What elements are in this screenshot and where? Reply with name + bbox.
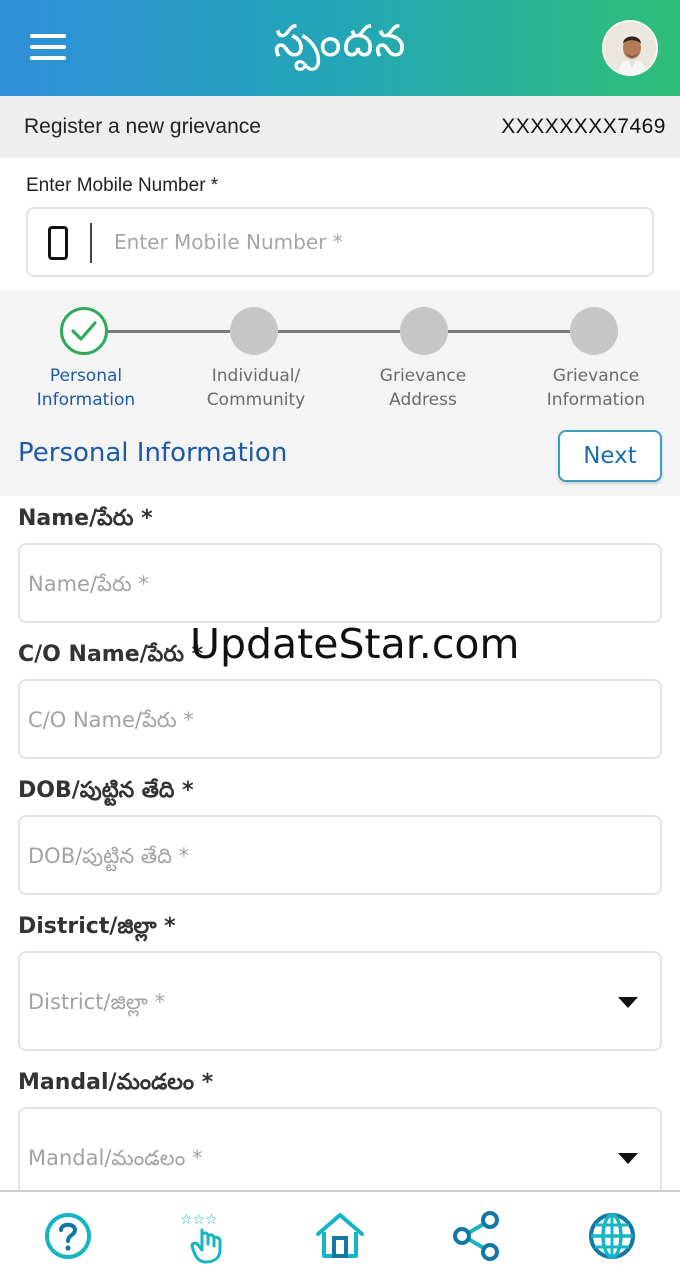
mobile-number-field[interactable]	[26, 207, 654, 277]
step-personal-information[interactable]	[60, 307, 108, 355]
stepper-connector	[108, 330, 230, 333]
app-bar: స్పందన	[0, 0, 680, 96]
svg-text:☆☆☆: ☆☆☆	[180, 1212, 218, 1228]
section-title: Personal Information	[18, 438, 288, 468]
next-button[interactable]: Next	[558, 430, 662, 482]
check-icon	[71, 321, 97, 341]
mandal-label: Mandal/మండలం *	[18, 1070, 214, 1095]
district-label: District/జిల్లా *	[18, 914, 176, 939]
avatar[interactable]	[602, 20, 658, 76]
page-subtitle: Register a new grievance	[24, 115, 261, 138]
share-button[interactable]	[448, 1208, 504, 1264]
grievance-id: XXXXXXXX7469	[501, 115, 666, 138]
phone-icon	[48, 226, 68, 260]
chevron-down-icon[interactable]	[618, 1153, 638, 1164]
step-label-grievance-address[interactable]: Grievance Address	[364, 364, 482, 412]
home-button[interactable]	[312, 1208, 368, 1264]
co-name-field[interactable]	[18, 679, 662, 759]
dob-input[interactable]	[28, 835, 588, 877]
help-icon	[45, 1213, 91, 1259]
chevron-down-icon[interactable]	[618, 997, 638, 1008]
bottom-navigation: ☆☆☆	[0, 1190, 680, 1280]
stepper-connector	[448, 330, 570, 333]
sub-header: Register a new grievance XXXXXXXX7469	[0, 96, 680, 158]
stepper-connector	[278, 330, 400, 333]
co-name-input[interactable]	[28, 699, 588, 741]
app-title: స్పందన	[273, 16, 407, 67]
home-icon	[316, 1213, 364, 1258]
step-label-grievance-information[interactable]: Grievance Information	[534, 364, 658, 412]
district-input[interactable]	[28, 981, 588, 1023]
name-label: Name/పేరు *	[18, 506, 153, 531]
step-label-personal-information[interactable]: Personal Information	[0, 364, 172, 412]
district-select[interactable]	[18, 951, 662, 1051]
help-button[interactable]	[40, 1208, 96, 1264]
name-input[interactable]	[28, 563, 588, 605]
mobile-number-label: Enter Mobile Number *	[26, 175, 219, 196]
dob-field[interactable]	[18, 815, 662, 895]
watermark: UpdateStar.com	[190, 620, 520, 668]
mobile-number-input[interactable]	[114, 221, 634, 263]
step-individual-community[interactable]	[230, 307, 278, 355]
dob-label: DOB/పుట్టిన తేది *	[18, 778, 194, 803]
co-name-label: C/O Name/పేరు *	[18, 642, 204, 667]
globe-icon	[589, 1213, 635, 1259]
step-grievance-information[interactable]	[570, 307, 618, 355]
stepper: Personal Information Individual/ Communi…	[0, 290, 680, 496]
rating-icon: ☆☆☆	[180, 1212, 222, 1264]
name-field[interactable]	[18, 543, 662, 623]
field-divider	[90, 223, 92, 263]
rating-button[interactable]: ☆☆☆	[176, 1208, 232, 1264]
step-label-individual-community[interactable]: Individual/ Community	[184, 364, 328, 412]
mandal-input[interactable]	[28, 1137, 588, 1179]
share-icon	[453, 1211, 499, 1261]
step-grievance-address[interactable]	[400, 307, 448, 355]
language-button[interactable]	[584, 1208, 640, 1264]
